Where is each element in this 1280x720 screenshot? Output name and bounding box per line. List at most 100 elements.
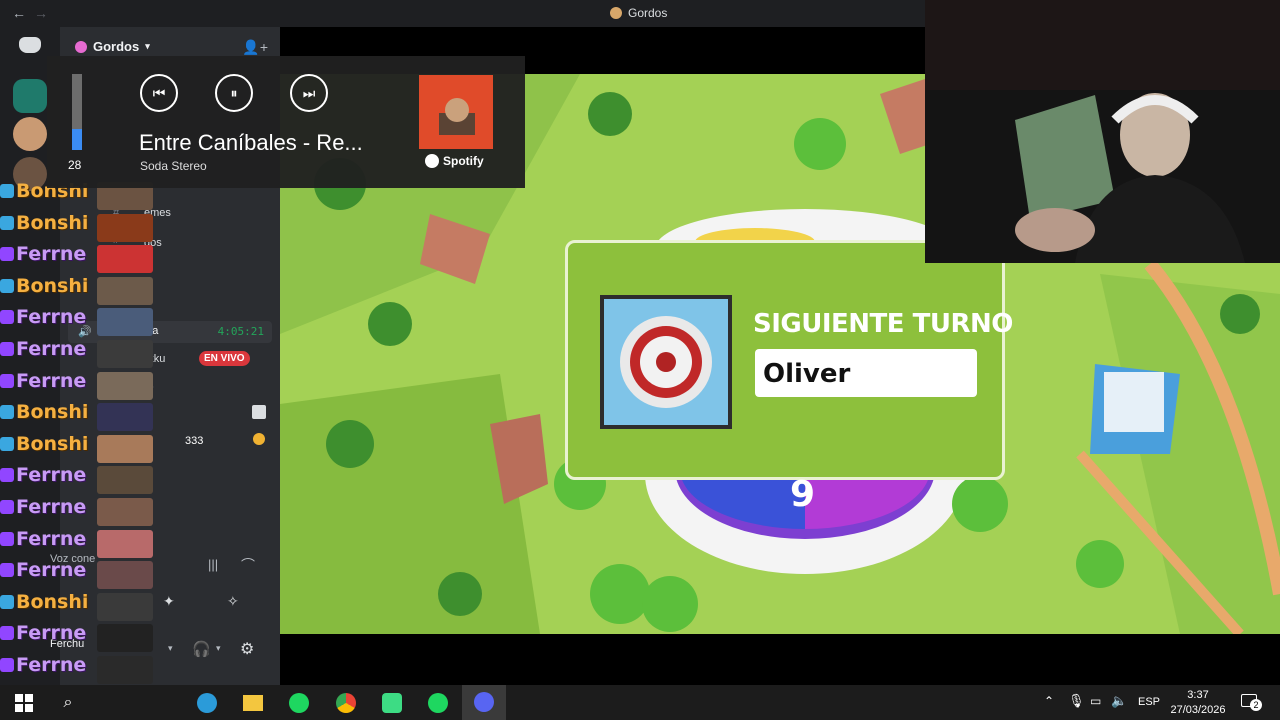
noise-suppression-icon[interactable]: ||| xyxy=(208,557,218,572)
chat-emote xyxy=(97,434,153,463)
clock[interactable]: 3:37 27/03/2026 xyxy=(1168,688,1228,718)
mic-badge-icon xyxy=(0,563,14,578)
search-icon[interactable]: ⌕ xyxy=(56,691,80,715)
chat-username: Ferrne xyxy=(0,243,86,265)
disconnect-icon[interactable]: ⌒ xyxy=(241,555,255,575)
chat-username: Bonshi xyxy=(0,591,88,613)
server-name: Gordos xyxy=(93,39,140,54)
reaction-icon xyxy=(253,433,265,445)
chat-username-text: Ferrne xyxy=(16,559,87,582)
chat-username: Bonshi xyxy=(0,275,88,297)
edge-icon[interactable] xyxy=(195,691,219,715)
pause-button[interactable]: ⏸ xyxy=(215,74,253,112)
notification-button[interactable]: 2 xyxy=(1241,692,1262,712)
mic-badge-icon xyxy=(0,247,14,262)
volume-value: 28 xyxy=(68,158,82,172)
activities-icon[interactable]: ✦ xyxy=(163,593,175,610)
mic-badge-icon xyxy=(0,468,14,483)
language-indicator[interactable]: ESP xyxy=(1138,696,1160,708)
forward-arrow-icon[interactable]: → xyxy=(34,5,48,21)
chrome-icon[interactable] xyxy=(334,691,358,715)
chat-emote xyxy=(97,276,153,305)
chat-username: Ferrne xyxy=(0,370,86,392)
chat-username: Bonshi xyxy=(0,401,88,423)
chat-username-text: Bonshi xyxy=(16,590,89,613)
download-icon[interactable] xyxy=(252,405,266,419)
android-icon[interactable] xyxy=(380,691,404,715)
discord-icon xyxy=(474,692,494,712)
chat-username: Ferrne xyxy=(0,654,86,676)
server-icon-2[interactable] xyxy=(13,117,47,151)
chat-emote xyxy=(97,561,153,590)
file-explorer-icon[interactable] xyxy=(241,691,265,715)
chat-emote xyxy=(97,403,153,432)
chat-emote xyxy=(97,656,153,684)
chat-username: Ferrne xyxy=(0,338,86,360)
chat-username-text: Ferrne xyxy=(16,338,87,360)
chat-emote xyxy=(97,213,153,242)
chat-username: Bonshi xyxy=(0,212,88,234)
chat-username-text: Bonshi xyxy=(16,432,89,455)
chat-username-text: Bonshi xyxy=(16,401,89,424)
previous-track-button[interactable]: ⏮ xyxy=(140,74,178,112)
next-track-button[interactable]: ⏭ xyxy=(290,74,328,112)
chat-username-text: Ferrne xyxy=(16,464,87,487)
spotify-icon[interactable] xyxy=(287,691,311,715)
chat-emote xyxy=(97,592,153,621)
chat-username: Ferrne xyxy=(0,306,86,328)
server-header[interactable]: Gordos ▾ xyxy=(75,39,150,54)
subscriber-badge-icon xyxy=(0,594,14,609)
add-user-icon[interactable]: 👤+ xyxy=(242,39,268,56)
wheel-number: 9 xyxy=(790,474,816,515)
voice-duration: 4:05:21 xyxy=(217,325,264,338)
chevron-down-icon[interactable]: ▾ xyxy=(168,643,173,654)
chat-emote xyxy=(97,371,153,400)
next-player-name: Oliver xyxy=(755,349,977,397)
chat-username-text: Ferrne xyxy=(16,369,87,392)
next-icon: ⏭ xyxy=(302,84,316,101)
chat-username: Ferrne xyxy=(0,528,86,550)
gear-icon[interactable]: ⚙ xyxy=(240,639,254,659)
album-cover-graphic xyxy=(419,75,493,149)
window-title: Gordos xyxy=(610,6,667,20)
chat-emote xyxy=(97,340,153,368)
chat-emote xyxy=(97,498,153,526)
track-artist: Soda Stereo xyxy=(140,159,207,173)
mic-badge-icon xyxy=(0,342,14,356)
chat-username: Ferrne xyxy=(0,622,86,644)
back-arrow-icon[interactable]: ← xyxy=(12,5,26,21)
chat-username: Ferrne xyxy=(0,559,86,581)
webcam-overlay xyxy=(925,0,1280,263)
media-overlay: 28 ⏮ ⏸ ⏭ Entre Caníbales - Re... Soda St… xyxy=(47,56,525,188)
spinner-wheel-icon xyxy=(600,295,732,429)
network-icon[interactable]: ▭ xyxy=(1090,694,1101,708)
spotify-label: Spotify xyxy=(425,154,484,168)
server-icon xyxy=(75,40,87,53)
server-icon-1[interactable] xyxy=(13,79,47,113)
soundboard-icon[interactable]: ✧ xyxy=(227,593,239,610)
mic-badge-icon xyxy=(0,500,14,514)
chat-emote xyxy=(97,308,153,337)
volume-slider-fill xyxy=(72,128,82,150)
windows-logo xyxy=(15,694,33,712)
clock-time: 3:37 xyxy=(1187,689,1209,701)
volume-icon[interactable]: 🔈 xyxy=(1111,693,1127,709)
mic-badge-icon xyxy=(0,310,14,325)
subscriber-badge-icon xyxy=(0,405,14,420)
chevron-down-icon[interactable]: ▾ xyxy=(216,643,221,654)
chat-username-text: Ferrne xyxy=(16,527,87,550)
chat-username: Ferrne xyxy=(0,464,86,486)
chat-username-text: Ferrne xyxy=(16,243,87,266)
discord-taskbar-button[interactable] xyxy=(462,685,506,720)
windows-start-icon[interactable] xyxy=(12,691,36,715)
spotify-icon[interactable] xyxy=(426,691,450,715)
chat-emote xyxy=(97,624,153,653)
microphone-icon[interactable]: 🎙 xyxy=(1068,693,1085,709)
discord-logo-icon[interactable] xyxy=(19,37,41,53)
chevron-up-icon[interactable]: ⌃ xyxy=(1044,694,1054,708)
headphones-icon[interactable]: 🎧 xyxy=(192,640,211,658)
volume-slider[interactable] xyxy=(72,74,82,150)
clock-date: 27/03/2026 xyxy=(1170,704,1226,716)
spinner-wheel-graphic xyxy=(604,299,728,425)
mic-badge-icon xyxy=(0,626,14,641)
